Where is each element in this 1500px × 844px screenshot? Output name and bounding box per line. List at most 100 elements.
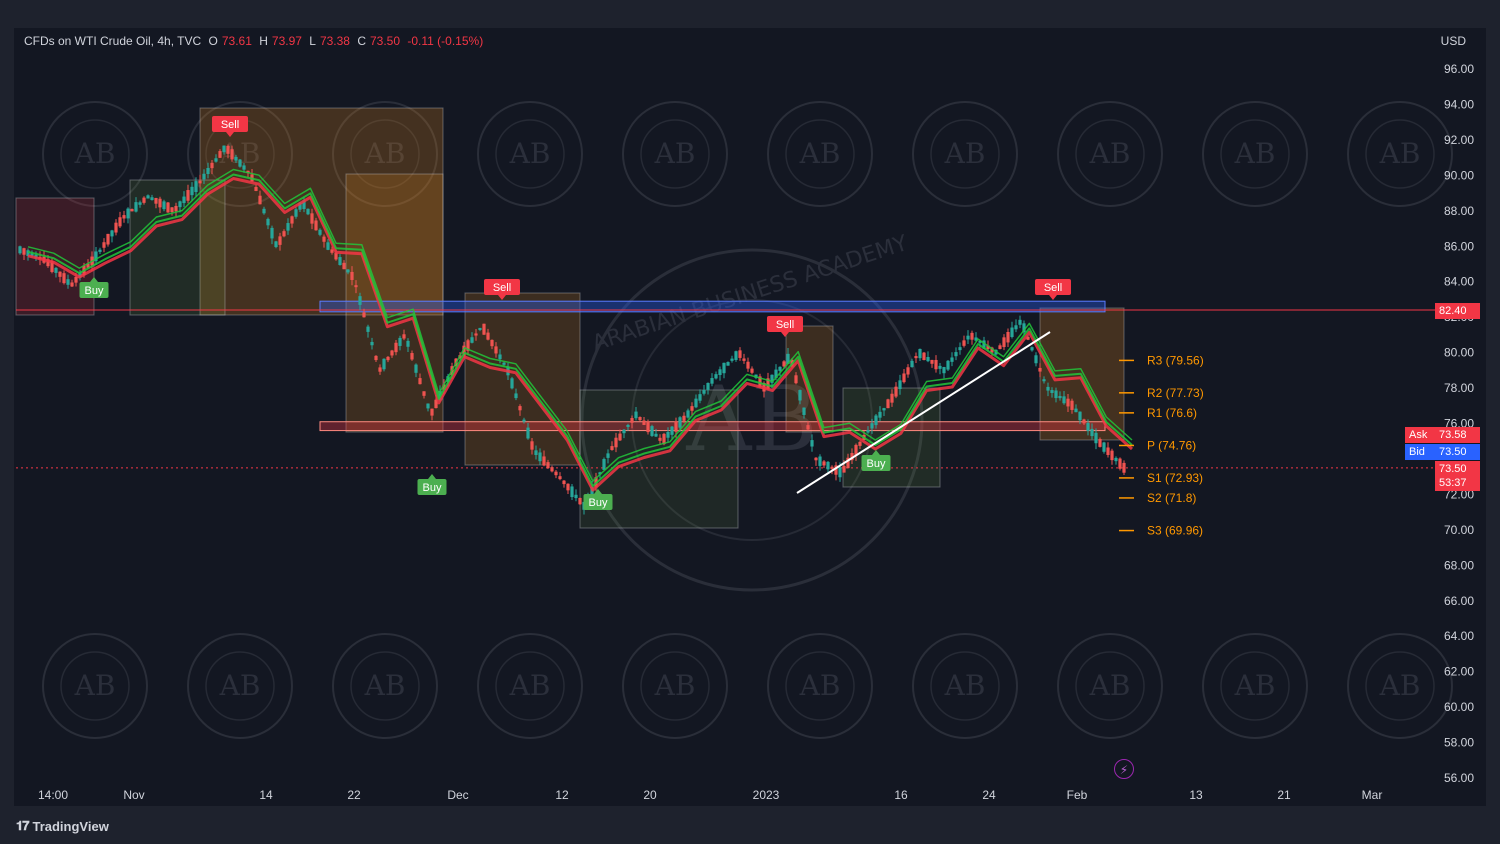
candle[interactable] <box>714 374 718 379</box>
candle[interactable] <box>738 350 742 358</box>
candle[interactable] <box>110 230 114 237</box>
candle[interactable] <box>666 432 670 438</box>
candle[interactable] <box>882 408 886 411</box>
candle[interactable] <box>682 415 686 421</box>
candle[interactable] <box>1114 457 1118 462</box>
candle[interactable] <box>970 332 974 340</box>
candle[interactable] <box>402 334 406 339</box>
candle[interactable] <box>534 450 538 456</box>
candle[interactable] <box>634 411 638 419</box>
candle[interactable] <box>98 249 102 252</box>
symbol-title[interactable]: CFDs on WTI Crude Oil, 4h, TVC <box>24 34 201 48</box>
candle[interactable] <box>194 181 198 193</box>
candle[interactable] <box>538 452 542 462</box>
candle[interactable] <box>318 229 322 235</box>
candle[interactable] <box>1086 423 1090 431</box>
candle[interactable] <box>734 351 738 360</box>
candle[interactable] <box>498 354 502 360</box>
candle[interactable] <box>1122 462 1126 473</box>
candle[interactable] <box>354 285 358 288</box>
candle[interactable] <box>234 156 238 161</box>
candle[interactable] <box>730 358 734 361</box>
price-chart[interactable]: AB AB AB AB AB AB AB AB AB ABAB AB AB AB AB AB AB AB AB AB… <box>0 0 1500 844</box>
candle[interactable] <box>950 357 954 362</box>
candle[interactable] <box>946 360 950 370</box>
candle[interactable] <box>210 162 214 169</box>
candle[interactable] <box>102 242 106 248</box>
candle[interactable] <box>650 426 654 436</box>
candle[interactable] <box>366 326 370 332</box>
candle[interactable] <box>510 378 514 389</box>
candle[interactable] <box>622 429 626 434</box>
candle[interactable] <box>222 145 226 153</box>
candle[interactable] <box>1070 400 1074 410</box>
candle[interactable] <box>618 433 622 441</box>
candle[interactable] <box>266 218 270 226</box>
candle[interactable] <box>490 339 494 347</box>
candle[interactable] <box>338 257 342 266</box>
candle[interactable] <box>866 430 870 433</box>
candle[interactable] <box>782 361 786 367</box>
candle[interactable] <box>106 233 110 245</box>
candle[interactable] <box>822 461 826 466</box>
candle[interactable] <box>602 459 606 470</box>
candle[interactable] <box>894 386 898 397</box>
candle[interactable] <box>70 282 74 287</box>
candle[interactable] <box>838 467 842 478</box>
candle[interactable] <box>206 168 210 175</box>
candle[interactable] <box>542 456 546 466</box>
candle[interactable] <box>262 208 266 214</box>
candle[interactable] <box>722 362 726 374</box>
candle[interactable] <box>118 217 122 227</box>
candle[interactable] <box>938 365 942 369</box>
candle[interactable] <box>362 312 366 318</box>
candle[interactable] <box>878 411 882 418</box>
candle[interactable] <box>842 465 846 473</box>
candle[interactable] <box>794 375 798 384</box>
candle[interactable] <box>918 348 922 359</box>
candle[interactable] <box>1010 327 1014 337</box>
candle[interactable] <box>694 398 698 408</box>
candle[interactable] <box>922 352 926 361</box>
candle[interactable] <box>914 356 918 359</box>
candle[interactable] <box>150 197 154 201</box>
candle[interactable] <box>306 208 310 215</box>
candle[interactable] <box>126 208 130 219</box>
candle[interactable] <box>942 367 946 374</box>
candle[interactable] <box>158 198 162 208</box>
candle[interactable] <box>614 437 618 448</box>
candle[interactable] <box>610 446 614 450</box>
candle[interactable] <box>1006 332 1010 343</box>
candle[interactable] <box>526 427 530 439</box>
candle[interactable] <box>626 424 630 427</box>
candle[interactable] <box>154 197 158 204</box>
lightning-icon[interactable]: ⚡ <box>1114 759 1134 779</box>
candle[interactable] <box>114 222 118 233</box>
candle[interactable] <box>494 346 498 354</box>
candle[interactable] <box>410 353 414 360</box>
candle[interactable] <box>814 457 818 461</box>
candle[interactable] <box>282 231 286 237</box>
candle[interactable] <box>830 466 834 469</box>
candle[interactable] <box>558 476 562 480</box>
candle[interactable] <box>146 195 150 199</box>
candle[interactable] <box>674 421 678 432</box>
tradingview-logo[interactable]: 𝟏𝟕 TradingView <box>16 818 109 834</box>
candle[interactable] <box>430 408 434 416</box>
candle[interactable] <box>314 220 318 231</box>
candle[interactable] <box>826 461 830 470</box>
candle[interactable] <box>54 267 58 273</box>
candle[interactable] <box>546 462 550 469</box>
candle[interactable] <box>162 201 166 210</box>
candle[interactable] <box>654 433 658 437</box>
candle[interactable] <box>278 236 282 245</box>
candle[interactable] <box>350 271 354 280</box>
candle[interactable] <box>702 390 706 394</box>
candle[interactable] <box>426 403 430 409</box>
candle[interactable] <box>806 425 810 430</box>
candle[interactable] <box>342 262 346 270</box>
candle[interactable] <box>274 241 278 248</box>
candle[interactable] <box>1034 355 1038 364</box>
candle[interactable] <box>470 337 474 343</box>
candle[interactable] <box>670 426 674 435</box>
